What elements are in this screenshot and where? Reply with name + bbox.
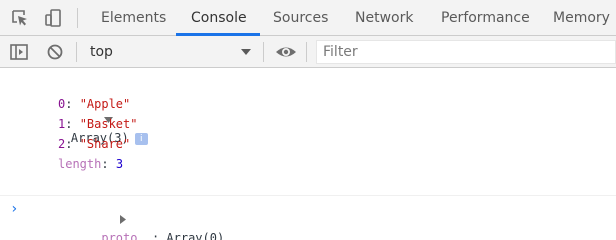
array-length: length: 3 [58, 157, 124, 171]
toolbar-divider [77, 8, 78, 28]
clear-console-icon[interactable] [45, 42, 65, 62]
console-toolbar: top [0, 36, 616, 68]
output-divider [0, 195, 616, 196]
collapsed-triangle-icon[interactable] [76, 193, 127, 240]
tab-sources[interactable]: Sources [273, 0, 328, 36]
item-value: "Basket" [79, 117, 138, 131]
proto-entry[interactable]: __proto__: Array(0) [47, 175, 224, 240]
item-value: "Apple" [79, 97, 131, 111]
tab-performance[interactable]: Performance [441, 0, 530, 36]
execution-context-value: top [90, 44, 113, 60]
tab-network[interactable]: Network [355, 0, 413, 36]
array-item: 0: "Apple" [58, 97, 131, 111]
tab-console[interactable]: Console [191, 0, 247, 36]
length-key: length [58, 157, 102, 171]
live-expression-eye-icon[interactable] [275, 42, 296, 62]
devtools-tab-bar: Elements Console Sources Network Perform… [0, 0, 616, 36]
console-prompt-icon[interactable]: › [10, 200, 18, 218]
console-filter-input[interactable] [316, 40, 616, 64]
tab-memory[interactable]: Memory [553, 0, 610, 36]
chevron-down-icon [240, 46, 252, 61]
array-item: 2: "Share" [58, 137, 131, 151]
item-value: "Share" [79, 137, 131, 151]
proto-key: __proto__ [86, 231, 152, 240]
console-output: Array(3) i 0: "Apple" 1: "Basket" 2: "Sha… [0, 69, 616, 240]
toolbar-divider [306, 42, 307, 62]
proto-value: Array(0) [166, 231, 225, 240]
execution-context-select[interactable]: top [84, 41, 260, 63]
array-item: 1: "Basket" [58, 117, 138, 131]
info-badge-icon[interactable]: i [134, 132, 148, 145]
show-sidebar-icon[interactable] [9, 42, 29, 62]
tab-elements[interactable]: Elements [101, 0, 166, 36]
device-toggle-icon[interactable] [44, 8, 64, 28]
inspect-element-icon[interactable] [10, 8, 30, 28]
toolbar-divider [263, 42, 264, 62]
array-log-entry[interactable]: Array(3) i [32, 75, 148, 145]
length-value: 3 [115, 157, 124, 171]
toolbar-divider [76, 42, 77, 62]
